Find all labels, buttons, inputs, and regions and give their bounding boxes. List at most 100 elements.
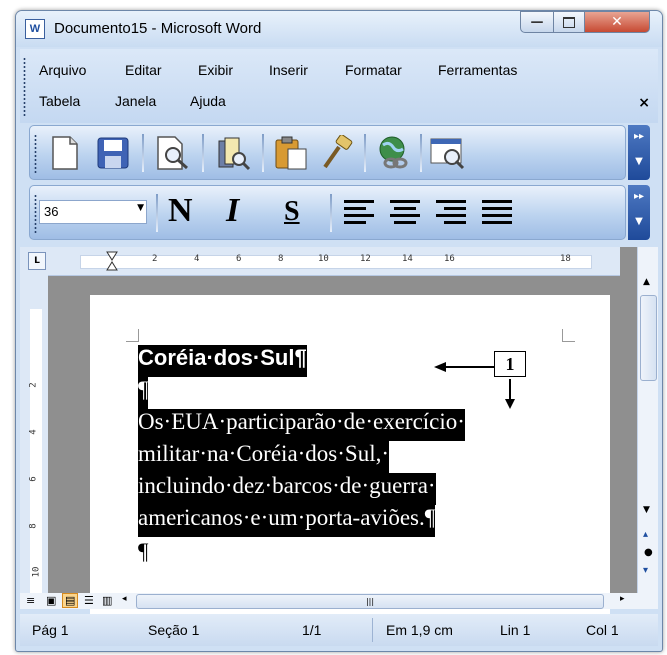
vertical-ruler[interactable]: 2 4 6 8 10 xyxy=(20,275,48,609)
font-size-combo[interactable]: 36 ▼ xyxy=(39,200,147,224)
maximize-button[interactable] xyxy=(553,11,585,33)
toolbar-grip[interactable] xyxy=(34,194,37,234)
paste-icon xyxy=(275,136,307,170)
scroll-right-icon[interactable]: ▸ xyxy=(620,594,625,604)
empty-paragraph[interactable]: ¶ xyxy=(138,377,149,409)
document-page[interactable]: Coréia·dos·Sul¶ ¶ Os·EUA·participarão·de… xyxy=(90,295,610,615)
ruler-label: 16 xyxy=(444,254,455,264)
scroll-left-icon[interactable]: ◂ xyxy=(122,594,127,604)
new-document-button[interactable] xyxy=(44,133,86,173)
body-line[interactable]: incluindo·dez·barcos·de·guerra· xyxy=(138,473,436,505)
body-line[interactable]: militar·na·Coréia·dos·Sul,· xyxy=(138,441,390,473)
indent-marker-icon[interactable] xyxy=(106,251,118,273)
toolbar-overflow-button[interactable]: ▸▸ ▼ xyxy=(628,125,650,180)
menu-inserir[interactable]: Inserir xyxy=(269,62,308,78)
next-page-icon[interactable]: ▾ xyxy=(643,565,648,576)
ruler-label: 18 xyxy=(560,254,571,264)
underline-button[interactable]: S xyxy=(284,196,300,228)
drawing-button[interactable] xyxy=(426,133,468,173)
menu-janela[interactable]: Janela xyxy=(115,93,156,109)
status-bar: Pág 1 Seção 1 1/1 Em 1,9 cm Lin 1 Col 1 xyxy=(20,614,658,646)
menu-arquivo[interactable]: Arquivo xyxy=(39,62,86,78)
outline-view-icon[interactable]: ☰ xyxy=(84,594,94,607)
italic-button[interactable]: I xyxy=(226,192,239,230)
web-view-icon[interactable]: ▣ xyxy=(46,594,56,607)
document-close-icon[interactable]: × xyxy=(638,95,650,111)
word-doc-icon[interactable]: W xyxy=(25,19,45,39)
document-heading[interactable]: Coréia·dos·Sul¶ xyxy=(138,345,307,377)
ruler-label: 2 xyxy=(152,254,158,264)
menu-exibir[interactable]: Exibir xyxy=(198,62,233,78)
print-preview-button[interactable] xyxy=(152,133,194,173)
toolbar-separator xyxy=(142,134,144,172)
ruler-strip xyxy=(30,309,42,609)
body-line[interactable]: americanos·e·um·porta-aviões.¶ xyxy=(138,505,436,537)
print-preview-icon xyxy=(157,136,188,170)
save-button[interactable] xyxy=(92,133,134,173)
menu-ajuda[interactable]: Ajuda xyxy=(190,93,226,109)
menu-ferramentas[interactable]: Ferramentas xyxy=(438,62,517,78)
title-bar[interactable]: W Documento15 - Microsoft Word — ✕ xyxy=(16,11,662,47)
horizontal-ruler[interactable]: L 2 4 6 8 10 12 14 16 18 xyxy=(20,247,620,276)
paste-button[interactable] xyxy=(270,133,312,173)
horizontal-scrollbar[interactable]: ≡ ▣ ▤ ☰ ▥ ◂ ||| ▸ xyxy=(20,593,638,609)
menu-grip[interactable] xyxy=(23,57,26,117)
chevron-down-icon: ▼ xyxy=(635,216,643,227)
normal-view-icon[interactable]: ≡ xyxy=(26,594,35,607)
save-icon xyxy=(97,137,129,169)
status-pages: 1/1 xyxy=(302,622,322,638)
minimize-button[interactable]: — xyxy=(520,11,554,33)
menu-tabela[interactable]: Tabela xyxy=(39,93,80,109)
justify-icon xyxy=(482,200,512,224)
previous-page-icon[interactable]: ▴ xyxy=(643,529,648,540)
ruler-label: 10 xyxy=(31,566,42,578)
menu-bar: Arquivo Editar Exibir Inserir Formatar F… xyxy=(20,49,658,123)
align-center-button[interactable] xyxy=(384,193,426,233)
reading-view-icon[interactable]: ▥ xyxy=(102,594,112,607)
ruler-label: 12 xyxy=(360,254,371,264)
align-center-icon xyxy=(390,200,420,224)
bold-button[interactable]: N xyxy=(168,192,193,230)
hyperlink-button[interactable] xyxy=(372,133,414,173)
chevron-right-icon: ▸▸ xyxy=(633,131,645,142)
formatting-toolbar: 36 ▼ N I S ▸▸ ▼ xyxy=(29,185,650,240)
margin-corner-mark xyxy=(126,329,139,342)
standard-toolbar: ▸▸ ▼ xyxy=(29,125,650,180)
annotation-arrows xyxy=(434,362,515,409)
hyperlink-icon xyxy=(379,136,408,169)
ruler-label: 4 xyxy=(194,254,200,264)
status-page: Pág 1 xyxy=(32,622,69,638)
chevron-right-icon: ▸▸ xyxy=(633,191,645,202)
print-layout-icon[interactable]: ▤ xyxy=(62,593,79,608)
close-icon: ✕ xyxy=(611,14,623,30)
vertical-scrollbar[interactable]: ▲ ▼ ▴ ● ▾ xyxy=(637,247,658,609)
menu-editar[interactable]: Editar xyxy=(125,62,162,78)
empty-paragraph[interactable]: ¶ xyxy=(138,539,148,571)
ruler-label: 6 xyxy=(28,476,39,482)
scroll-thumb[interactable]: ||| xyxy=(136,594,604,609)
ruler-label: 8 xyxy=(278,254,284,264)
justify-button[interactable] xyxy=(476,193,518,233)
menu-formatar[interactable]: Formatar xyxy=(345,62,402,78)
chevron-down-icon: ▼ xyxy=(635,156,643,167)
align-left-button[interactable] xyxy=(338,193,380,233)
scroll-up-icon[interactable]: ▲ xyxy=(643,277,650,287)
minimize-icon: — xyxy=(530,14,544,30)
align-right-icon xyxy=(436,200,466,224)
scroll-thumb[interactable] xyxy=(640,295,657,381)
toolbar-overflow-button[interactable]: ▸▸ ▼ xyxy=(628,185,650,240)
dropdown-arrow-icon[interactable]: ▼ xyxy=(137,203,144,213)
format-painter-button[interactable] xyxy=(316,133,358,173)
align-left-icon xyxy=(344,200,374,224)
align-right-button[interactable] xyxy=(430,193,472,233)
scroll-down-icon[interactable]: ▼ xyxy=(643,505,650,515)
browse-object-icon[interactable]: ● xyxy=(644,547,653,558)
tab-selector-button[interactable]: L xyxy=(28,252,46,270)
research-button[interactable] xyxy=(212,133,254,173)
ruler-label: 14 xyxy=(402,254,413,264)
ruler-label: 4 xyxy=(28,429,39,435)
close-button[interactable]: ✕ xyxy=(584,11,650,33)
body-line[interactable]: Os·EUA·participarão·de·exercício· xyxy=(138,409,465,441)
toolbar-grip[interactable] xyxy=(34,134,37,174)
maximize-icon xyxy=(563,16,575,28)
